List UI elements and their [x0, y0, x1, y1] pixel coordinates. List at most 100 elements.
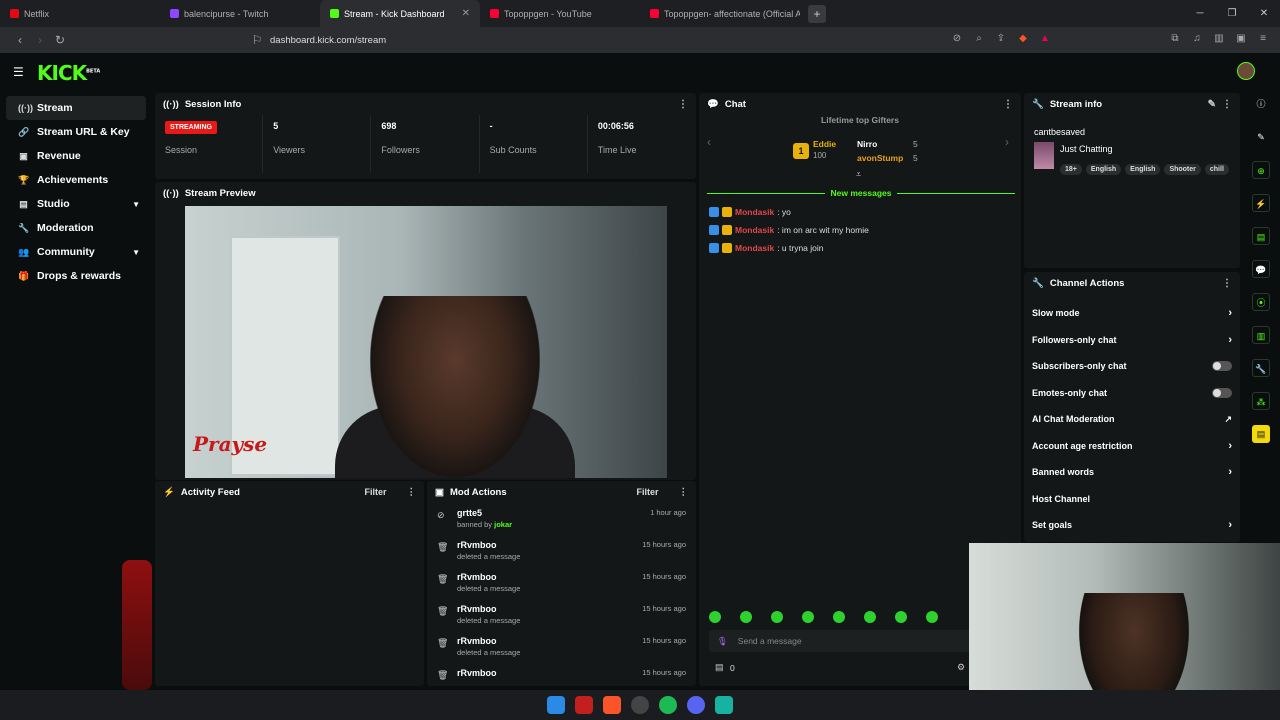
emote-icon[interactable] [833, 611, 845, 623]
more-options-icon[interactable]: ⋮ [1003, 99, 1013, 110]
action-followers-only-chat[interactable]: Followers-only chat › [1024, 327, 1240, 354]
sidebar-item-achievements[interactable]: 🏆 Achievements [6, 168, 146, 192]
wrench-icon[interactable]: 🔧 [1252, 359, 1270, 377]
browser-tab-kick-dashboard[interactable]: Stream - Kick Dashboard ✕ [320, 0, 480, 27]
twitch-icon [170, 9, 179, 18]
subscribers-only-toggle[interactable] [1212, 361, 1232, 372]
back-icon[interactable]: ‹ [10, 33, 30, 47]
sidebar-item-revenue[interactable]: ▣ Revenue [6, 144, 146, 168]
more-options-icon[interactable]: ⋮ [407, 487, 417, 498]
menu-icon[interactable]: ≡ [1256, 33, 1270, 47]
sidebar-item-moderation[interactable]: 🔧 Moderation [6, 216, 146, 240]
notes-icon[interactable]: ▤ [1252, 425, 1270, 443]
target-icon[interactable]: ⊕ [1252, 161, 1270, 179]
action-subscribers-only-chat: Subscribers-only chat [1024, 353, 1240, 380]
hamburger-menu-icon[interactable]: ☰ [13, 65, 24, 79]
more-options-icon[interactable]: ⋮ [1222, 278, 1232, 289]
action-ai-chat-moderation[interactable]: AI Chat Moderation ↗ [1024, 406, 1240, 433]
app-icon[interactable] [575, 696, 593, 714]
media-icon[interactable]: ♫ [1190, 33, 1204, 47]
tag[interactable]: English [1085, 164, 1122, 175]
info-icon[interactable]: ⓘ [1252, 95, 1270, 113]
minimize-icon[interactable]: ─ [1184, 0, 1216, 27]
browser-tab-netflix[interactable]: Netflix [0, 0, 160, 27]
chevron-left-icon[interactable]: ‹ [707, 135, 711, 149]
tag[interactable]: 18+ [1060, 164, 1082, 175]
mod-filter-button[interactable]: Filter [636, 487, 658, 497]
restore-icon[interactable]: ❐ [1216, 0, 1248, 27]
gift-icon[interactable]: ▤ [715, 662, 724, 673]
close-window-icon[interactable]: ✕ [1248, 0, 1280, 27]
more-options-icon[interactable]: ⋮ [679, 487, 689, 498]
broadcast-icon[interactable]: ⦿ [1252, 293, 1270, 311]
emotes-only-toggle[interactable] [1212, 387, 1232, 398]
kick-logo[interactable]: KICKBETA [37, 61, 100, 85]
browser-tab-twitch[interactable]: balencipurse - Twitch [160, 0, 320, 27]
chat-icon[interactable]: 💬 [1252, 260, 1270, 278]
browser-tab-youtube-song[interactable]: Topoppgen- affectionate (Official Au [640, 0, 800, 27]
spotify-icon[interactable] [659, 696, 677, 714]
avatar[interactable] [1237, 62, 1255, 80]
bookmark-icon[interactable]: ⚐ [247, 33, 267, 47]
obs-icon[interactable] [631, 696, 649, 714]
windows-start-icon[interactable] [547, 696, 565, 714]
emote-icon[interactable] [771, 611, 783, 623]
microphone-icon[interactable]: 🎙 [717, 636, 728, 647]
zoom-icon[interactable]: ⌕ [972, 33, 986, 47]
forward-icon[interactable]: › [30, 33, 50, 47]
action-banned-words[interactable]: Banned words › [1024, 459, 1240, 486]
action-account-age-restriction[interactable]: Account age restriction › [1024, 433, 1240, 460]
edit-icon[interactable]: ✎ [1252, 128, 1270, 146]
more-options-icon[interactable]: ⋮ [678, 99, 688, 110]
layers-icon[interactable]: ▥ [1252, 326, 1270, 344]
tag[interactable]: English [1125, 164, 1161, 175]
edit-icon[interactable]: ✎ [1208, 99, 1216, 110]
chevron-down-icon[interactable]: ⩡ [856, 169, 861, 180]
brave-browser-icon[interactable] [603, 696, 621, 714]
reload-icon[interactable]: ↻ [50, 33, 70, 47]
sidebar-item-studio[interactable]: ▤ Studio ▼ [6, 192, 146, 216]
document-icon[interactable]: ▤ [1252, 227, 1270, 245]
sidebar-item-drops-rewards[interactable]: 🎁 Drops & rewards [6, 264, 146, 288]
action-set-goals[interactable]: Set goals › [1024, 512, 1240, 539]
mute-icon[interactable]: ⊘ [950, 33, 964, 47]
settings-icon[interactable]: ⚙ [957, 662, 965, 673]
close-tab-icon[interactable]: ✕ [462, 8, 470, 19]
stream-category[interactable]: Just Chatting [1060, 144, 1113, 154]
badge-icon [709, 225, 719, 235]
category-thumbnail[interactable] [1034, 142, 1054, 169]
emote-icon[interactable] [926, 611, 938, 623]
tag[interactable]: chill [1204, 164, 1229, 175]
rewards-icon[interactable]: ▲ [1038, 33, 1052, 47]
more-options-icon[interactable]: ⋮ [1222, 99, 1232, 110]
activity-filter-button[interactable]: Filter [364, 487, 386, 497]
action-host-channel[interactable]: Host Channel [1024, 486, 1240, 513]
emote-icon[interactable] [895, 611, 907, 623]
url-field[interactable]: dashboard.kick.com/stream [270, 35, 386, 46]
new-tab-button[interactable]: + [808, 4, 826, 23]
brave-shield-icon[interactable]: ◆ [1016, 33, 1030, 47]
discord-icon[interactable] [687, 696, 705, 714]
chat-input[interactable]: 🎙 Send a message [709, 630, 1009, 652]
emote-icon[interactable] [864, 611, 876, 623]
streamer-head [370, 296, 540, 478]
sidebar-item-stream[interactable]: ((·)) Stream [6, 96, 146, 120]
browser-tab-youtube[interactable]: Topoppgen - YouTube [480, 0, 640, 27]
sidebar-item-stream-url-key[interactable]: 🔗 Stream URL & Key [6, 120, 146, 144]
emote-icon[interactable] [802, 611, 814, 623]
wallet-icon[interactable]: ▣ [1234, 33, 1248, 47]
group-icon[interactable]: ⁂ [1252, 392, 1270, 410]
action-slow-mode[interactable]: Slow mode › [1024, 300, 1240, 327]
app-icon[interactable] [715, 696, 733, 714]
stream-preview-video[interactable]: Prayse [185, 206, 667, 478]
extensions-icon[interactable]: ⧉ [1168, 33, 1182, 47]
emote-icon[interactable] [709, 611, 721, 623]
emote-icon[interactable] [740, 611, 752, 623]
chat-message: Mondasik: yo [709, 207, 791, 217]
sidebar-icon[interactable]: ▥ [1212, 33, 1226, 47]
bolt-icon[interactable]: ⚡ [1252, 194, 1270, 212]
tag[interactable]: Shooter [1164, 164, 1201, 175]
sidebar-item-community[interactable]: 👥 Community ▼ [6, 240, 146, 264]
chevron-right-icon[interactable]: › [1005, 135, 1009, 149]
share-icon[interactable]: ⇪ [994, 33, 1008, 47]
